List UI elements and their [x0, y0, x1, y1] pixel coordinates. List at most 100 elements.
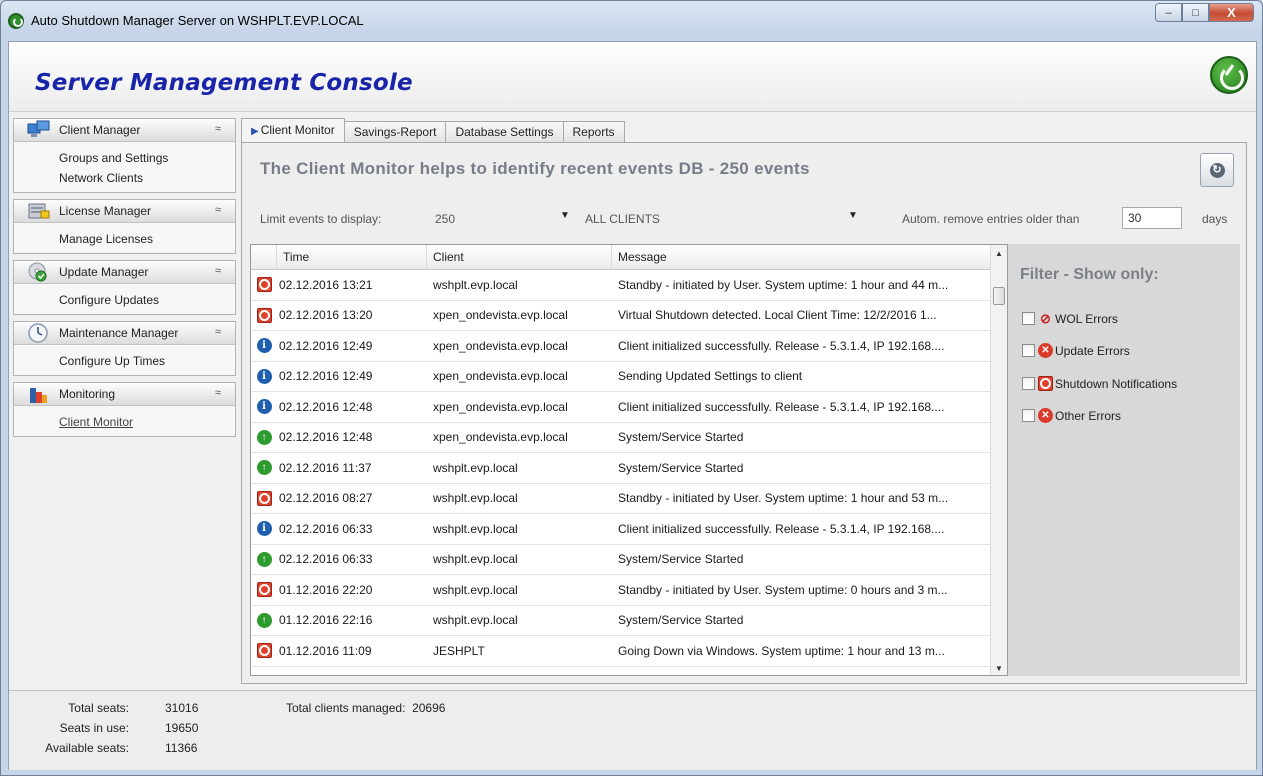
seats-in-use-value: 19650 [165, 721, 199, 735]
update-errors-checkbox[interactable] [1022, 344, 1035, 357]
filter-other-errors[interactable]: ✕ Other Errors [1022, 408, 1121, 423]
table-row[interactable]: i 02.12.2016 12:49 xpen_ondevista.evp.loca… [251, 331, 1007, 362]
collapse-chevron-icon[interactable]: ≈ [215, 204, 221, 216]
cell-time: 02.12.2016 06:33 [279, 521, 373, 536]
service-started-icon: ↑ [256, 429, 272, 445]
nav-group-monitoring: Monitoring ≈ Client Monitor [13, 382, 236, 437]
column-header-message[interactable]: Message [612, 245, 992, 269]
available-seats-label: Available seats: [45, 741, 129, 755]
column-header-client[interactable]: Client [427, 245, 612, 269]
service-started-icon: ↑ [256, 551, 272, 567]
cell-client: wshplt.evp.local [433, 277, 518, 292]
clock-icon [28, 323, 48, 343]
row-icon-cell: ↑ [251, 551, 277, 567]
scroll-thumb[interactable] [993, 287, 1005, 305]
row-icon-cell: i [251, 368, 277, 384]
total-seats-value: 31016 [165, 701, 199, 715]
minimize-button[interactable]: – [1155, 3, 1182, 22]
cell-message: System/Service Started [618, 460, 744, 475]
table-row[interactable]: i 02.12.2016 06:33 wshplt.evp.local Client … [251, 514, 1007, 545]
cell-time: 02.12.2016 13:21 [279, 277, 373, 292]
cell-client: xpen_ondevista.evp.local [433, 399, 568, 414]
filter-label: Shutdown Notifications [1055, 376, 1178, 391]
monitor-heading: The Client Monitor helps to identify rec… [260, 159, 810, 178]
filter-shutdown-notifications[interactable]: Shutdown Notifications [1022, 376, 1177, 391]
nav-header-monitoring[interactable]: Monitoring ≈ [14, 383, 235, 406]
row-icon-cell: ↑ [251, 460, 277, 476]
limit-events-select[interactable]: 250 [435, 212, 455, 226]
nav-item-manage-licenses[interactable]: Manage Licenses [14, 229, 235, 249]
service-started-icon: ↑ [256, 460, 272, 476]
status-bar: Total seats: 31016 Seats in use: 19650 A… [9, 690, 1256, 770]
options-row: Limit events to display: 250 ▼ ALL CLIEN… [260, 207, 1230, 231]
table-row[interactable]: 01.12.2016 22:20 wshplt.evp.local Standby … [251, 575, 1007, 606]
shutdown-notifications-checkbox[interactable] [1022, 377, 1035, 390]
clients-dropdown-icon[interactable]: ▼ [848, 210, 858, 221]
days-label: days [1202, 212, 1228, 226]
nav-header-maintenance-manager[interactable]: Maintenance Manager ≈ [14, 322, 235, 345]
nav-item-client-monitor[interactable]: Client Monitor [14, 412, 235, 432]
tab-strip: ▶ Client Monitor Savings-Report Database … [241, 118, 1247, 142]
console-title: Server Management Console [35, 70, 413, 96]
other-errors-checkbox[interactable] [1022, 409, 1035, 422]
table-row[interactable]: ↑ 02.12.2016 06:33 wshplt.evp.local System/… [251, 545, 1007, 575]
limit-events-dropdown-icon[interactable]: ▼ [560, 210, 570, 221]
column-header-time[interactable]: Time [277, 245, 427, 269]
table-row[interactable]: 02.12.2016 13:21 wshplt.evp.local Standby … [251, 270, 1007, 301]
table-row[interactable]: 02.12.2016 08:27 wshplt.evp.local Standby … [251, 484, 1007, 514]
table-row[interactable]: i 02.12.2016 12:49 xpen_ondevista.evp.loca… [251, 362, 1007, 392]
tab-savings-report[interactable]: Savings-Report [343, 121, 447, 142]
filter-label: Other Errors [1055, 408, 1122, 423]
row-icon-cell: ↑ [251, 429, 277, 445]
refresh-button[interactable]: ↻ [1200, 153, 1234, 187]
table-row[interactable]: 01.12.2016 11:09 JESHPLT Going Down via Wi… [251, 636, 1007, 667]
main-area: ▶ Client Monitor Savings-Report Database … [241, 118, 1247, 684]
shutdown-icon [256, 582, 272, 598]
filter-label: Update Errors [1055, 343, 1130, 358]
nav-item-groups-and-settings[interactable]: Groups and Settings [14, 148, 235, 168]
scroll-down-icon[interactable]: ▼ [991, 660, 1007, 675]
collapse-chevron-icon[interactable]: ≈ [215, 265, 221, 277]
client-monitor-panel: The Client Monitor helps to identify rec… [241, 142, 1247, 684]
update-disc-icon [28, 262, 47, 282]
play-arrow-icon: ▶ [251, 126, 259, 137]
tab-client-monitor[interactable]: ▶ Client Monitor [241, 118, 345, 142]
cell-time: 02.12.2016 12:49 [279, 338, 373, 353]
error-x-icon: ✕ [1038, 408, 1053, 423]
table-row[interactable]: ↑ 01.12.2016 22:16 wshplt.evp.local System/… [251, 606, 1007, 636]
collapse-chevron-icon[interactable]: ≈ [215, 326, 221, 338]
grid-header-icon-col [251, 245, 277, 269]
tab-database-settings[interactable]: Database Settings [445, 121, 564, 142]
nav-item-configure-up-times[interactable]: Configure Up Times [14, 351, 235, 371]
row-icon-cell: i [251, 399, 277, 415]
collapse-chevron-icon[interactable]: ≈ [215, 387, 221, 399]
clients-select[interactable]: ALL CLIENTS [585, 212, 660, 226]
scroll-up-icon[interactable]: ▲ [991, 245, 1007, 262]
nav-header-client-manager[interactable]: Client Manager ≈ [14, 119, 235, 142]
table-row[interactable]: ↑ 02.12.2016 11:37 wshplt.evp.local System/… [251, 453, 1007, 484]
cell-message: Virtual Shutdown detected. Local Client … [618, 308, 937, 323]
table-row[interactable]: 02.12.2016 13:20 xpen_ondevista.evp.local… [251, 301, 1007, 331]
filter-update-errors[interactable]: ✕ Update Errors [1022, 343, 1130, 358]
table-row[interactable]: ↑ 02.12.2016 12:48 xpen_ondevista.evp.loca… [251, 423, 1007, 453]
info-icon: i [256, 399, 272, 415]
nav-header-license-manager[interactable]: License Manager ≈ [14, 200, 235, 223]
grid-vertical-scrollbar[interactable]: ▲ ▼ [990, 245, 1007, 675]
nav-item-configure-updates[interactable]: Configure Updates [14, 290, 235, 310]
cell-client: wshplt.evp.local [433, 582, 518, 597]
row-icon-cell [251, 582, 277, 598]
auto-remove-days-input[interactable] [1122, 207, 1182, 229]
close-button[interactable]: X [1209, 3, 1254, 22]
collapse-chevron-icon[interactable]: ≈ [215, 123, 221, 135]
title-bar[interactable]: Auto Shutdown Manager Server on WSHPLT.E… [1, 1, 1262, 41]
tab-reports[interactable]: Reports [562, 121, 625, 142]
nav-header-label: Maintenance Manager [59, 326, 179, 340]
cell-time: 02.12.2016 06:33 [279, 552, 373, 567]
cell-message: Going Down via Windows. System uptime: 1… [618, 643, 945, 658]
filter-wol-errors[interactable]: ⊘ WOL Errors [1022, 311, 1118, 326]
wol-errors-checkbox[interactable] [1022, 312, 1035, 325]
table-row[interactable]: i 02.12.2016 12:48 xpen_ondevista.evp.loca… [251, 392, 1007, 423]
nav-header-update-manager[interactable]: Update Manager ≈ [14, 261, 235, 284]
maximize-button[interactable]: □ [1182, 3, 1209, 22]
nav-item-network-clients[interactable]: Network Clients [14, 168, 235, 188]
